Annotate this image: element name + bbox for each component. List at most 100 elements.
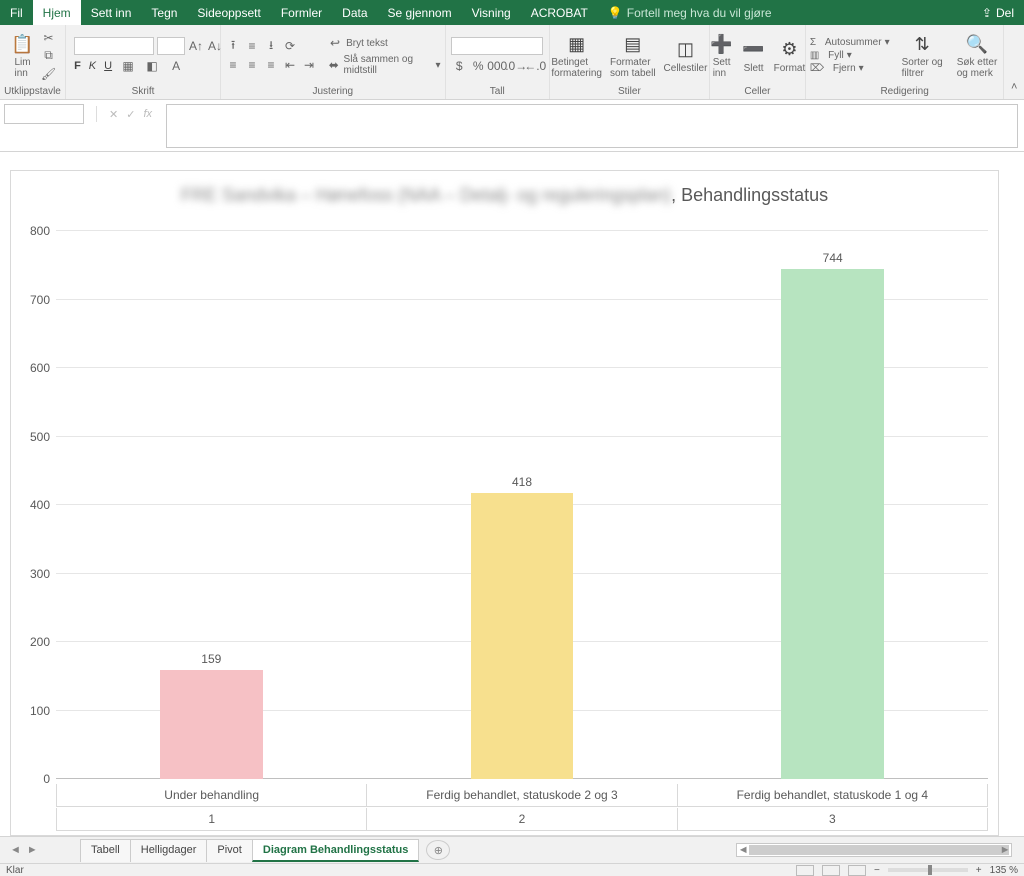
search-icon: 🔍 (965, 32, 989, 56)
format-painter-icon[interactable]: 🖌 (41, 66, 57, 82)
underline-button[interactable]: U (104, 60, 112, 72)
align-bottom-icon[interactable]: ⭳ (263, 38, 279, 54)
tab-sideoppsett[interactable]: Sideoppsett (187, 0, 270, 25)
tab-fil[interactable]: Fil (0, 0, 33, 25)
format-cells-button[interactable]: ⚙Format (772, 38, 808, 74)
increase-indent-icon[interactable]: ⇥ (301, 57, 317, 73)
y-axis: 0100200300400500600700800 (11, 231, 56, 779)
sigma-icon: Σ (810, 37, 816, 48)
scroll-thumb[interactable] (749, 845, 1009, 855)
name-box[interactable] (4, 104, 84, 124)
tab-visning[interactable]: Visning (462, 0, 521, 25)
bold-button[interactable]: F (74, 60, 81, 72)
sheet-tab-tabell[interactable]: Tabell (80, 839, 131, 862)
cancel-formula-icon[interactable]: ✕ (109, 108, 118, 121)
zoom-slider[interactable] (888, 868, 968, 872)
percent-icon[interactable]: % (470, 58, 486, 74)
collapse-ribbon-button[interactable]: ˄ (1004, 25, 1024, 99)
group-font-label: Skrift (70, 84, 216, 99)
status-ready: Klar (6, 865, 24, 876)
cell-styles-button[interactable]: ◫Cellestiler (662, 38, 710, 74)
format-as-table-button[interactable]: ▤Formater som tabell (608, 32, 658, 79)
zoom-in-button[interactable]: + (976, 865, 982, 876)
fill-button[interactable]: ▥ Fyll▾ (810, 50, 890, 61)
y-tick: 500 (30, 430, 50, 444)
fmt-table-label: Formater som tabell (610, 57, 656, 79)
wrap-text-button[interactable]: ↩Bryt tekst (327, 35, 440, 51)
zoom-slider-thumb[interactable] (928, 865, 932, 875)
group-clipboard: 📋 Lim inn ✂ ⧉ 🖌 Utklippstavle (0, 25, 66, 99)
page-break-view-button[interactable] (848, 865, 866, 876)
scroll-left-icon[interactable]: ◄ (737, 844, 749, 856)
formula-input[interactable] (166, 104, 1018, 148)
orientation-icon[interactable]: ⟳ (282, 38, 298, 54)
chart-object[interactable]: FRE Sandvika – Hønefoss (NAA – Detalj- o… (10, 170, 999, 836)
insert-cells-button[interactable]: ➕Sett inn (708, 32, 736, 79)
currency-icon[interactable]: $ (451, 58, 467, 74)
category-label: Ferdig behandlet, statuskode 1 og 4 (678, 784, 988, 807)
autosum-button[interactable]: Σ Autosummer▾ (810, 37, 890, 48)
align-top-icon[interactable]: ⭱ (225, 38, 241, 54)
scroll-right-icon[interactable]: ► (999, 844, 1011, 856)
comma-icon[interactable]: 000 (489, 58, 505, 74)
font-size-dropdown[interactable] (157, 37, 185, 55)
tab-tegn[interactable]: Tegn (141, 0, 187, 25)
merge-center-button[interactable]: ⬌Slå sammen og midtstill▾ (327, 54, 440, 76)
group-number: $ % 000 .0→ ←.0 Tall (446, 25, 550, 99)
group-styles: ▦Betinget formatering ▤Formater som tabe… (550, 25, 710, 99)
share-button[interactable]: ⇪ Del (972, 0, 1024, 25)
border-icon[interactable]: ▦ (120, 58, 136, 74)
clear-button[interactable]: ⌦ Fjern▾ (810, 63, 890, 74)
format-icon: ⚙ (777, 38, 801, 62)
sheet-tab-helligdager[interactable]: Helligdager (130, 839, 208, 862)
cut-icon[interactable]: ✂ (41, 30, 57, 46)
sheet-tab-pivot[interactable]: Pivot (206, 839, 252, 862)
align-right-icon[interactable]: ≡ (263, 57, 279, 73)
page-layout-view-button[interactable] (822, 865, 840, 876)
number-format-dropdown[interactable] (451, 37, 543, 55)
paste-button[interactable]: 📋 Lim inn (9, 32, 37, 79)
tab-segjennom[interactable]: Se gjennom (378, 0, 462, 25)
align-center-icon[interactable]: ≡ (244, 57, 260, 73)
category-label: Ferdig behandlet, statuskode 2 og 3 (367, 784, 677, 807)
fill-color-icon[interactable]: ◧ (144, 58, 160, 74)
normal-view-button[interactable] (796, 865, 814, 876)
fx-icon[interactable]: fx (143, 108, 152, 120)
copy-icon[interactable]: ⧉ (41, 48, 57, 64)
tab-settinn[interactable]: Sett inn (81, 0, 142, 25)
bar-2[interactable]: 418 (471, 493, 574, 779)
tell-me-box[interactable]: 💡 Fortell meg hva du vil gjøre (608, 0, 772, 25)
decrease-decimal-icon[interactable]: ←.0 (527, 58, 543, 74)
increase-font-icon[interactable]: A↑ (188, 38, 204, 54)
next-sheet-icon[interactable]: ► (27, 844, 38, 856)
chart-title[interactable]: FRE Sandvika – Hønefoss (NAA – Detalj- o… (11, 171, 998, 214)
horizontal-scrollbar[interactable]: ◄ ► (736, 843, 1012, 857)
tab-formler[interactable]: Formler (271, 0, 332, 25)
sort-filter-button[interactable]: ⇅Sorter og filtrer (900, 32, 945, 79)
clipboard-icon: 📋 (11, 32, 35, 56)
font-color-icon[interactable]: A (168, 58, 184, 74)
bar-3[interactable]: 744 (781, 269, 884, 779)
sheet-tab-diagram-behandlingsstatus[interactable]: Diagram Behandlingsstatus (252, 839, 419, 862)
font-name-dropdown[interactable] (74, 37, 154, 55)
align-left-icon[interactable]: ≡ (225, 57, 241, 73)
find-select-button[interactable]: 🔍Søk etter og merk (955, 32, 1000, 79)
tab-data[interactable]: Data (332, 0, 377, 25)
delete-cells-button[interactable]: ➖Slett (740, 38, 768, 74)
align-middle-icon[interactable]: ≡ (244, 38, 260, 54)
prev-sheet-icon[interactable]: ◄ (10, 844, 21, 856)
italic-button[interactable]: K (89, 60, 96, 72)
wrap-label: Bryt tekst (346, 38, 388, 49)
tab-hjem[interactable]: Hjem (33, 0, 81, 25)
tab-acrobat[interactable]: ACROBAT (521, 0, 598, 25)
increase-decimal-icon[interactable]: .0→ (508, 58, 524, 74)
conditional-formatting-button[interactable]: ▦Betinget formatering (549, 32, 604, 79)
sort-icon: ⇅ (910, 32, 934, 56)
eraser-icon: ⌦ (810, 63, 824, 74)
new-sheet-button[interactable]: ⊕ (426, 840, 450, 860)
enter-formula-icon[interactable]: ✓ (126, 108, 135, 121)
decrease-indent-icon[interactable]: ⇤ (282, 57, 298, 73)
cell-styles-label: Cellestiler (664, 63, 708, 74)
zoom-out-button[interactable]: − (874, 865, 880, 876)
bar-1[interactable]: 159 (160, 670, 263, 779)
